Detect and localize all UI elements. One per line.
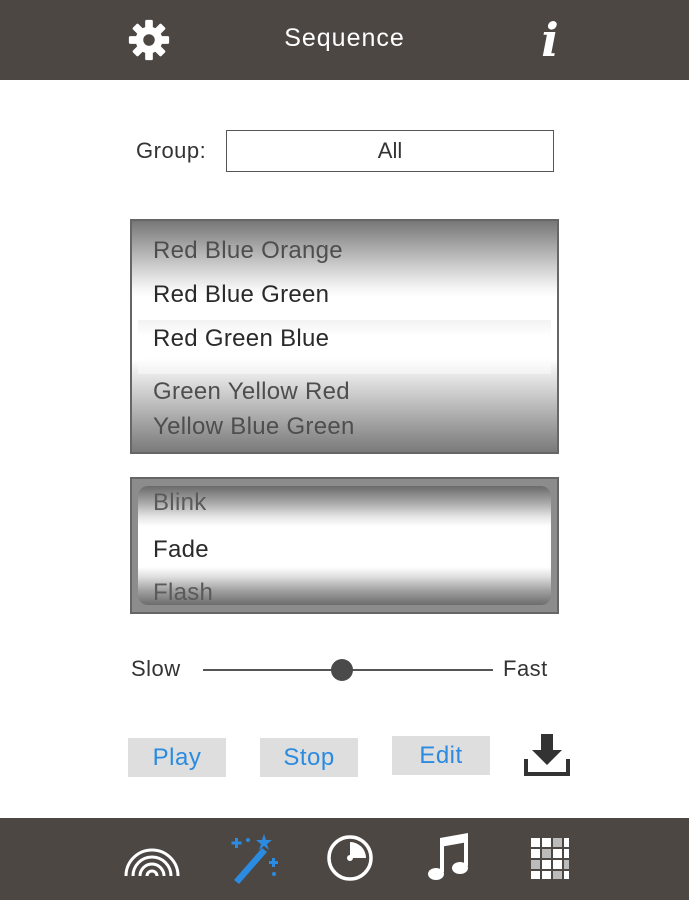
- color-option-red-blue-orange[interactable]: Red Blue Orange: [153, 237, 343, 265]
- fast-label: Fast: [503, 656, 548, 681]
- tab-grid[interactable]: [520, 830, 580, 886]
- effect-option-flash[interactable]: Flash: [153, 579, 213, 607]
- download-icon[interactable]: [522, 732, 572, 778]
- timer-icon: [327, 835, 373, 881]
- edit-button[interactable]: Edit: [392, 736, 490, 775]
- color-option-yellow-blue-green[interactable]: Yellow Blue Green: [153, 413, 355, 441]
- tab-music[interactable]: [420, 830, 480, 886]
- effect-option-blink[interactable]: Blink: [153, 489, 207, 517]
- color-option-green-yellow-red[interactable]: Green Yellow Red: [153, 378, 350, 406]
- bottom-tab-bar: [0, 818, 689, 900]
- slow-label: Slow: [131, 656, 181, 681]
- speed-slider[interactable]: [203, 659, 493, 681]
- play-button[interactable]: Play: [128, 738, 226, 777]
- rainbow-icon: [124, 848, 180, 877]
- group-label: Group:: [136, 138, 207, 163]
- color-sequence-picker[interactable]: Red Blue Orange Red Blue Green Red Green…: [130, 219, 559, 454]
- grid-icon: [531, 838, 569, 879]
- speed-slider-thumb[interactable]: [331, 659, 354, 681]
- magic-wand-icon: [231, 834, 278, 884]
- color-option-red-green-blue[interactable]: Red Green Blue: [153, 325, 329, 353]
- music-note-icon: [428, 833, 468, 880]
- page-title: Sequence: [284, 24, 405, 52]
- group-select[interactable]: All: [226, 130, 554, 172]
- tab-effects[interactable]: [222, 830, 282, 886]
- tab-rainbow[interactable]: [122, 830, 182, 886]
- color-option-red-blue-green[interactable]: Red Blue Green: [153, 281, 329, 309]
- tab-timer[interactable]: [320, 830, 380, 886]
- effect-option-fade[interactable]: Fade: [153, 536, 209, 564]
- effect-picker[interactable]: Blink Fade Flash: [130, 477, 559, 614]
- info-icon[interactable]: i: [530, 14, 570, 66]
- stop-button[interactable]: Stop: [260, 738, 358, 777]
- top-bar: Sequence i: [0, 0, 689, 80]
